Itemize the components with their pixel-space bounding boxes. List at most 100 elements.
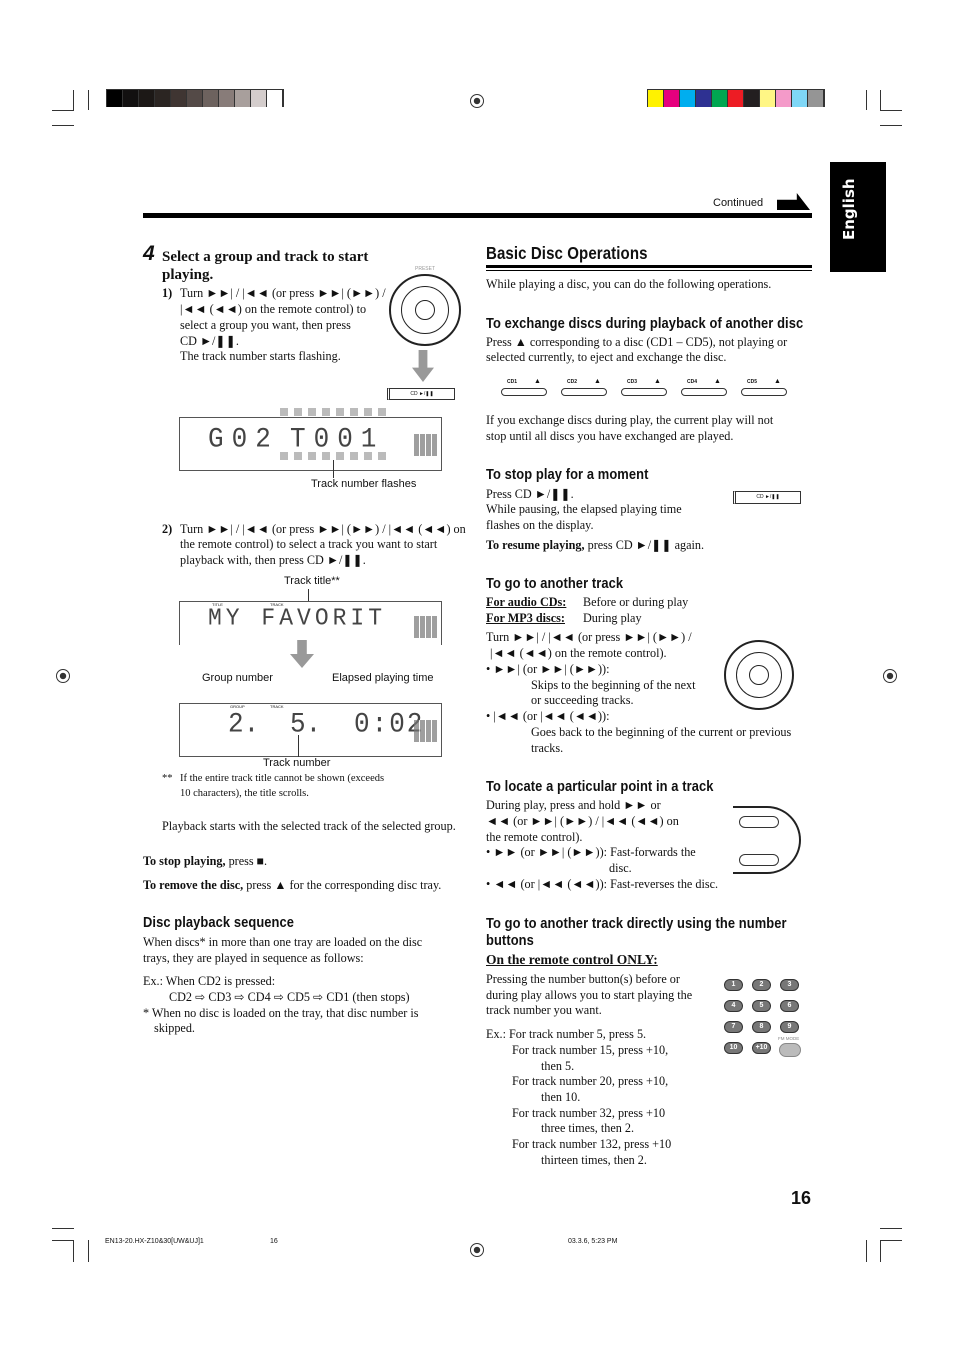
lcd-display-flashing: G02 T001: [179, 408, 442, 471]
color-swatch: [267, 90, 283, 107]
number-button[interactable]: +10: [752, 1042, 771, 1054]
number-button[interactable]: 6: [780, 1000, 799, 1012]
crop-mark: [52, 125, 74, 126]
crop-mark: [52, 1240, 74, 1241]
another-text: • |◄◄ (or |◄◄ (◄◄)):: [486, 709, 610, 723]
crop-mark: [73, 90, 74, 110]
cd-tray-label: CD4: [687, 379, 698, 385]
cd-eject-button[interactable]: [561, 388, 607, 396]
number-button[interactable]: 8: [752, 1021, 771, 1033]
cd-tray-label: CD2: [567, 379, 578, 385]
color-swatch: [808, 90, 824, 107]
another-text: Skips to the beginning of the next: [531, 678, 696, 692]
cd-button-label: CD ►/❚❚: [756, 494, 780, 500]
display-group: G02: [208, 423, 279, 455]
sequence-text: trays, they are played in sequence as fo…: [143, 951, 364, 965]
crop-mark: [88, 1240, 89, 1262]
number-button[interactable]: 1: [724, 979, 743, 991]
display-group: 2.: [228, 708, 260, 740]
caption-track-number: Track number: [263, 757, 331, 769]
locate-text: • ►► (or ►►| (►►)): Fast-forwards the: [486, 845, 696, 859]
color-swatch: [744, 90, 760, 107]
color-swatch: [139, 90, 155, 107]
color-calibration-bar: [647, 89, 825, 107]
multi-jog-dial-illustration: PRESET: [385, 266, 465, 352]
color-swatch: [760, 90, 776, 107]
color-swatch: [648, 90, 664, 107]
cd-tray-label: CD1: [507, 379, 518, 385]
footnote: 10 characters), the title scrolls.: [180, 788, 309, 799]
substep-text: select a group you want, then press: [180, 318, 351, 332]
fm-mode-button: [779, 1043, 801, 1057]
step-title: Select a group and track to start: [162, 249, 369, 265]
example-text: For track number 20, press +10,: [512, 1074, 669, 1088]
heading-direct-track: buttons: [486, 932, 534, 949]
number-button[interactable]: 4: [724, 1000, 743, 1012]
another-text: • ►►| (or ►►| (►►)):: [486, 662, 610, 676]
caption-leader: [298, 735, 299, 757]
crop-mark: [880, 1240, 902, 1241]
substep-text: Turn ►►| / |◄◄ (or press ►►| (►►) /: [180, 286, 386, 300]
eject-icon: ▲: [534, 377, 541, 385]
eject-icon: ▲: [594, 377, 601, 385]
number-button[interactable]: 10: [724, 1042, 743, 1054]
direct-text: Pressing the number button(s) before or: [486, 972, 680, 986]
title-rule: [486, 265, 812, 268]
number-button[interactable]: 5: [752, 1000, 771, 1012]
exchange-text: selected currently, to eject and exchang…: [486, 350, 727, 364]
fast-reverse-button: [739, 854, 779, 866]
eject-icon: ▲: [654, 377, 661, 385]
cd-eject-button[interactable]: [501, 388, 547, 396]
cd-play-pause-button-illustration: CD ►/❚❚: [733, 491, 801, 504]
language-tab-label: English: [840, 178, 858, 240]
page-number: 16: [791, 1188, 812, 1208]
gray-calibration-bar: [106, 89, 284, 107]
cd-tray-label: CD5: [747, 379, 758, 385]
locate-text: the remote control).: [486, 830, 583, 844]
footnote: If the entire track title cannot be show…: [180, 773, 385, 784]
cd-eject-button[interactable]: [741, 388, 787, 396]
heading-direct-track: To go to another track directly using th…: [486, 915, 787, 932]
substep-number: 1): [162, 286, 173, 300]
example-text: For track number 132, press +10: [512, 1137, 672, 1151]
audio-cd-text: Before or during play: [583, 595, 689, 609]
example-text: For track number 15, press +10,: [512, 1043, 669, 1057]
sequence-text: skipped.: [154, 1021, 195, 1035]
eject-icon: ▲: [714, 377, 721, 385]
substep-text: the remote control) to select a track yo…: [180, 537, 438, 551]
display-indicator-grid: [414, 434, 438, 456]
example-text: For track number 32, press +10: [512, 1106, 666, 1120]
fm-mode-label: FM MODE: [778, 1036, 800, 1041]
remove-text: press ▲ for the corresponding disc tray.: [243, 878, 442, 892]
audio-cd-label: For audio CDs:: [486, 595, 567, 609]
direct-text: during play allows you to start playing …: [486, 988, 693, 1002]
exchange-note: If you exchange discs during play, the c…: [486, 413, 774, 427]
number-button[interactable]: 3: [780, 979, 799, 991]
display-track: T001: [290, 423, 385, 455]
color-swatch: [107, 90, 123, 107]
remove-disc-note: To remove the disc, press ▲ for the corr…: [143, 878, 441, 893]
footer-date: 03.3.6, 5:23 PM: [568, 1238, 618, 1245]
locate-text: During play, press and hold ►► or: [486, 798, 661, 812]
heading-disc-playback-sequence: Disc playback sequence: [143, 914, 295, 931]
color-swatch: [203, 90, 219, 107]
color-swatch: [219, 90, 235, 107]
number-button[interactable]: 7: [724, 1021, 743, 1033]
down-arrow-icon: [412, 350, 434, 382]
step-number: 4: [143, 242, 155, 265]
color-swatch: [712, 90, 728, 107]
crop-mark: [73, 1240, 74, 1262]
sequence-text: Ex.: When CD2 is pressed:: [143, 974, 276, 988]
heading-stop-play: To stop play for a moment: [486, 466, 649, 483]
cd-eject-button[interactable]: [681, 388, 727, 396]
fast-forward-button: [739, 816, 779, 828]
substep-text: |◄◄ (◄◄) on the remote control) to: [180, 302, 367, 316]
color-swatch: [728, 90, 744, 107]
number-button[interactable]: 2: [752, 979, 771, 991]
cd-eject-button[interactable]: [621, 388, 667, 396]
crop-mark: [880, 90, 881, 110]
number-button[interactable]: 9: [780, 1021, 799, 1033]
remote-only-label: On the remote control ONLY:: [486, 952, 658, 967]
display-indicator-grid: [414, 616, 438, 638]
continued-arrow-icon: [777, 193, 810, 210]
